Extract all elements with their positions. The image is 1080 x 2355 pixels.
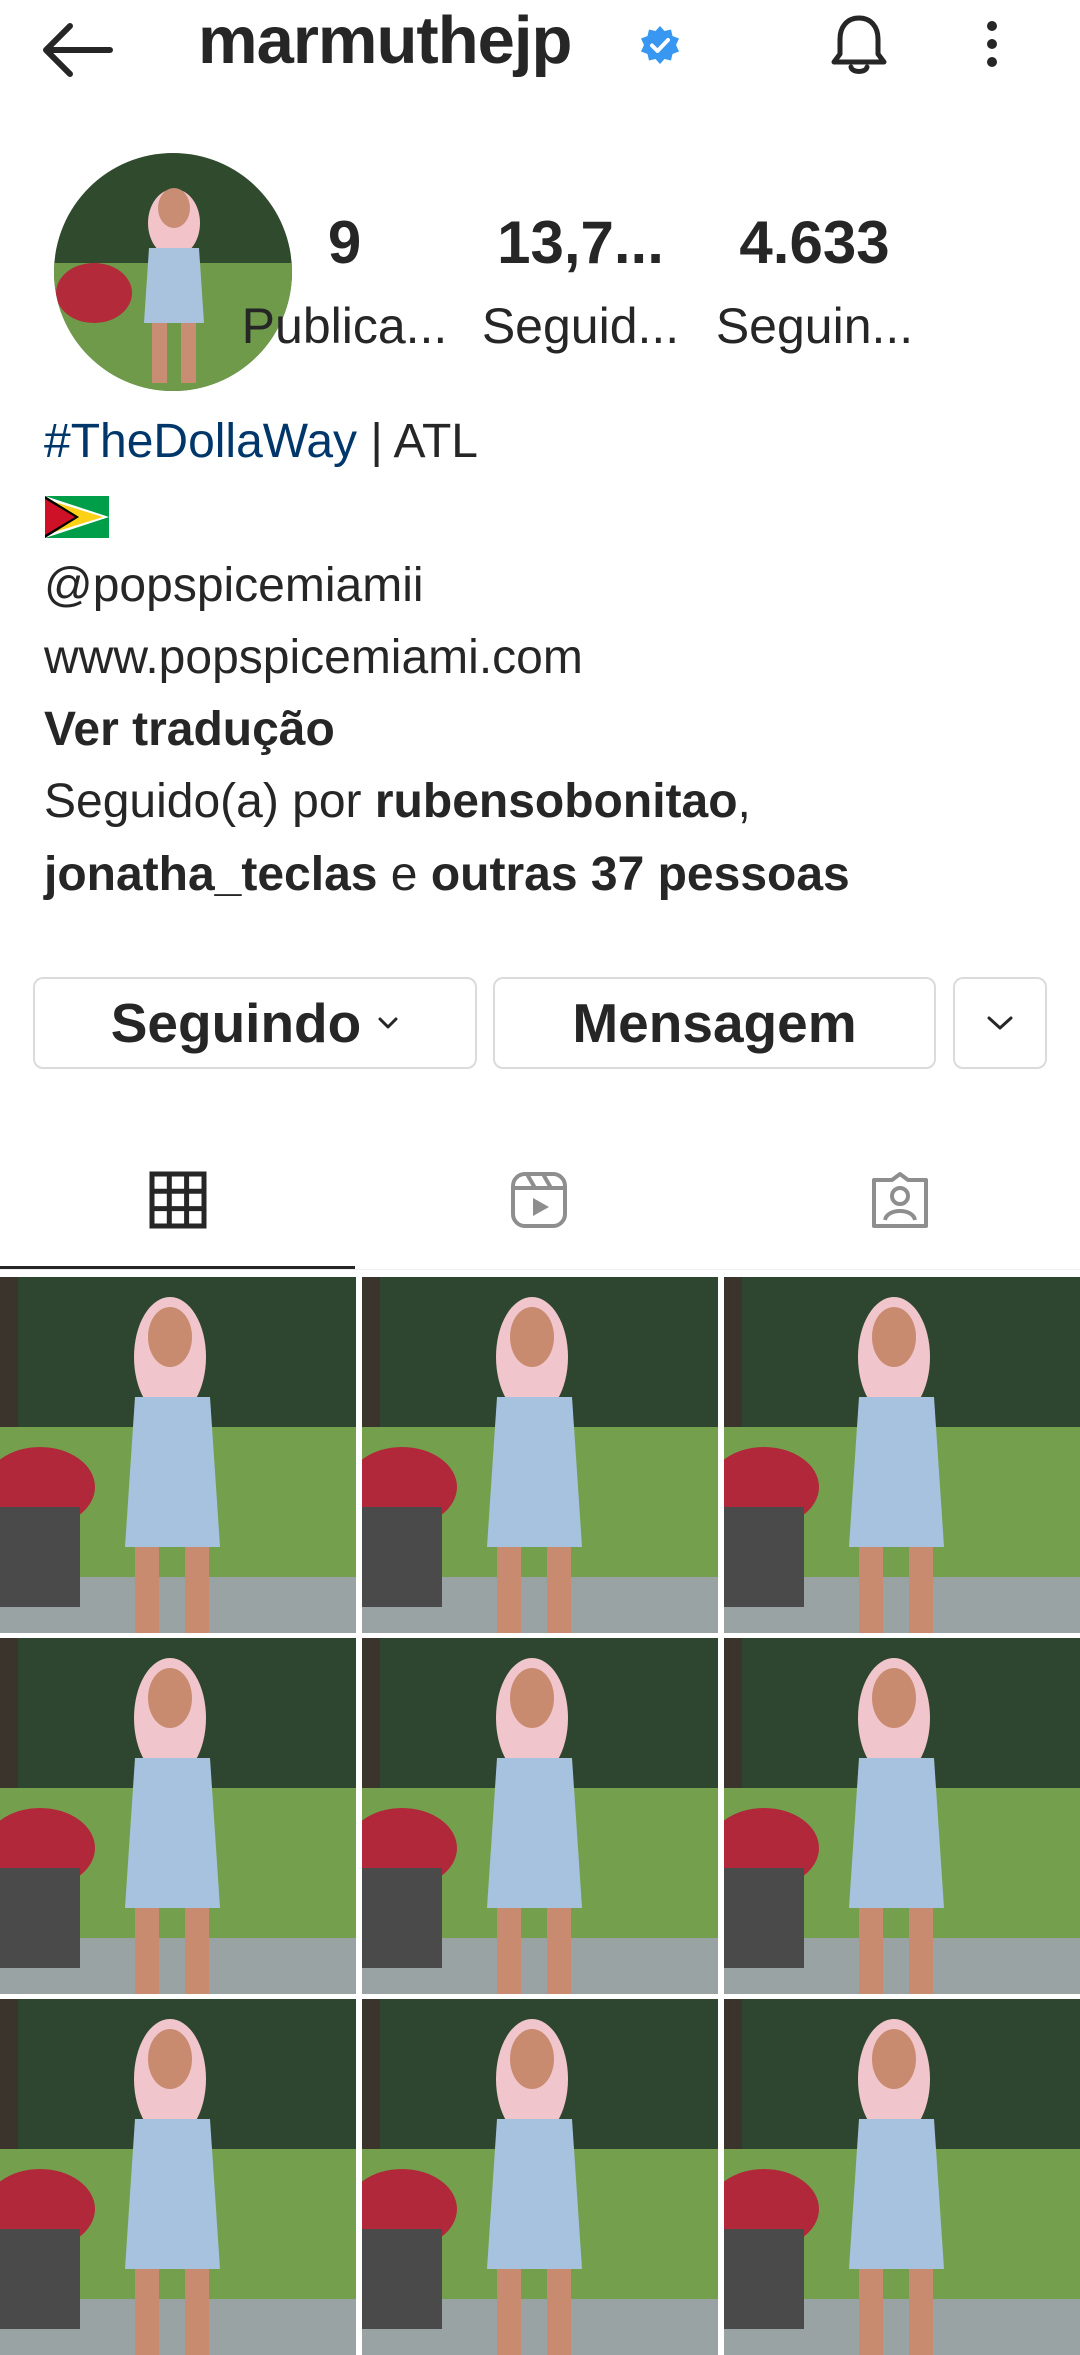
post-thumbnail[interactable] (0, 1999, 356, 2355)
posts-count: 9 (327, 209, 362, 276)
post-thumbnail[interactable] (724, 1999, 1080, 2355)
stat-following[interactable]: 4.633 Seguin... (702, 213, 927, 355)
followed-by-user-1[interactable]: rubensobonitao (375, 775, 738, 828)
following-button-label: Seguindo (110, 992, 362, 1054)
back-arrow-icon[interactable] (38, 18, 118, 82)
profile-username: marmuthejp (198, 3, 572, 78)
suggested-accounts-button[interactable] (953, 977, 1047, 1069)
bio-hashtag-link[interactable]: #TheDollaWay (44, 415, 357, 468)
guyana-flag-icon (45, 496, 109, 538)
bell-icon[interactable] (826, 12, 892, 78)
bio-website-link[interactable]: www.popspicemiami.com (44, 634, 583, 682)
post-thumbnail[interactable] (362, 1999, 718, 2355)
posts-label: Publica... (241, 298, 448, 354)
post-thumbnail[interactable] (0, 1277, 356, 1633)
stat-posts[interactable]: 9 Publica... (232, 213, 457, 355)
post-thumbnail[interactable] (724, 1638, 1080, 1994)
chevron-down-icon (378, 1017, 398, 1029)
followers-label: Seguid... (481, 298, 680, 354)
followed-by-prefix: Seguido(a) por (44, 775, 375, 828)
message-button-label: Mensagem (572, 992, 857, 1054)
tab-divider (0, 1269, 1080, 1270)
stat-followers[interactable]: 13,7... Seguid... (468, 213, 693, 355)
tagged-icon[interactable] (870, 1170, 930, 1230)
grid-icon[interactable] (148, 1170, 208, 1230)
followers-count: 13,7... (497, 209, 664, 276)
translate-link[interactable]: Ver tradução (44, 706, 335, 754)
post-thumbnail[interactable] (362, 1638, 718, 1994)
message-button[interactable]: Mensagem (493, 977, 936, 1069)
followed-by-line-1[interactable]: Seguido(a) por rubensobonitao, (44, 778, 751, 826)
bio-location: | ATL (357, 415, 478, 468)
followed-by-comma: , (737, 775, 751, 828)
followed-by-others[interactable]: outras 37 pessoas (431, 848, 850, 901)
post-thumbnail[interactable] (0, 1638, 356, 1994)
followed-by-user-2[interactable]: jonatha_teclas (44, 848, 377, 901)
post-thumbnail[interactable] (362, 1277, 718, 1633)
reels-icon[interactable] (509, 1170, 569, 1230)
bio-line-1: #TheDollaWay | ATL (44, 418, 478, 466)
chevron-down-icon (987, 1016, 1013, 1030)
following-count: 4.633 (739, 209, 890, 276)
post-thumbnail[interactable] (724, 1277, 1080, 1633)
following-label: Seguin... (715, 298, 914, 354)
followed-by-line-2[interactable]: jonatha_teclas e outras 37 pessoas (44, 851, 850, 899)
bio-mention-link[interactable]: @popspicemiamii (44, 562, 424, 610)
followed-by-and: e (377, 848, 431, 901)
following-button[interactable]: Seguindo (33, 977, 477, 1069)
more-vertical-icon[interactable] (970, 16, 1014, 76)
verified-badge-icon (641, 26, 679, 64)
